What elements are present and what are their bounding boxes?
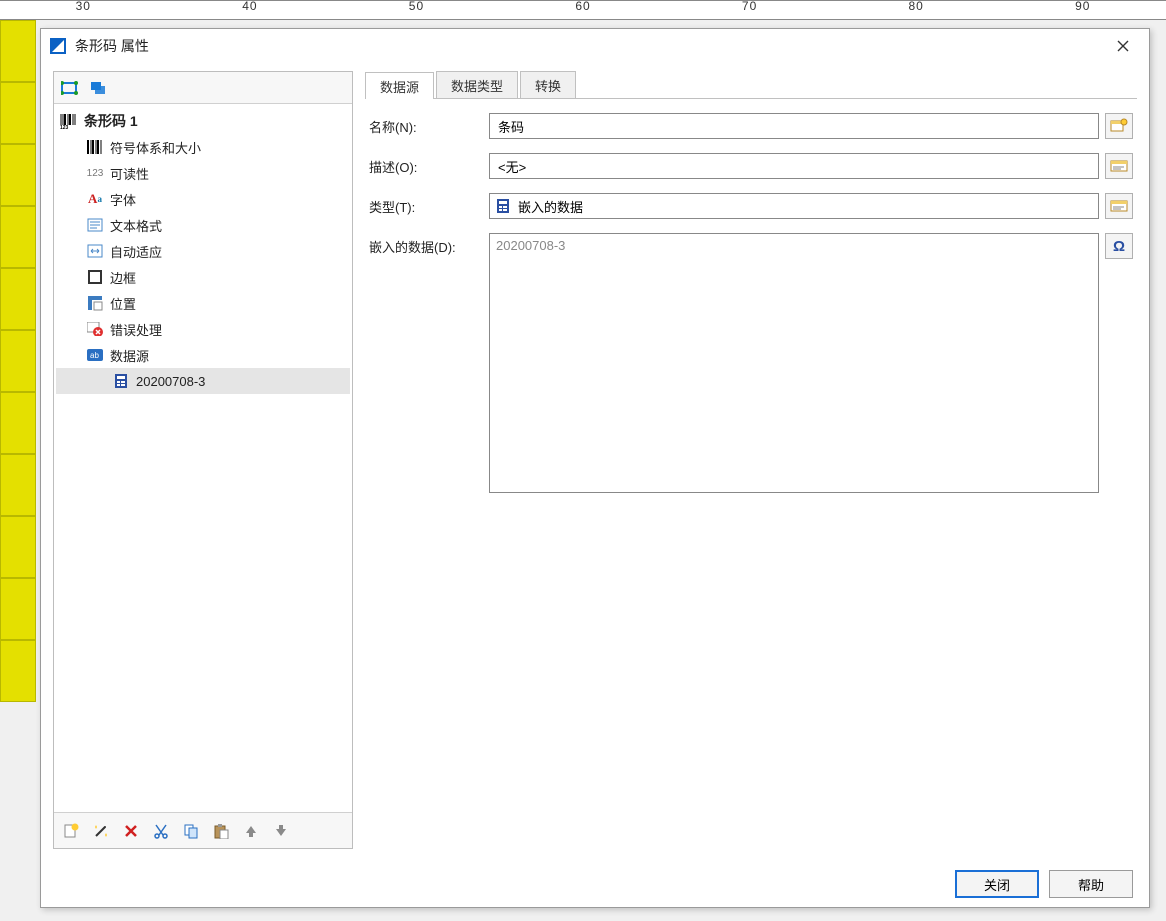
desc-input-field[interactable] [496,158,1092,175]
tab-transform[interactable]: 转换 [520,71,576,98]
embedded-data-textarea[interactable] [489,233,1099,493]
name-input-field[interactable] [496,118,1092,135]
desc-input[interactable] [489,153,1099,179]
background-ruler: 30 40 50 60 70 80 90 [0,0,1166,20]
wizard-button[interactable] [88,818,114,844]
autofit-icon [86,242,104,260]
tree-item-readability[interactable]: 123 可读性 [56,160,350,186]
tree-item-font[interactable]: Aa 字体 [56,186,350,212]
move-down-button[interactable] [268,818,294,844]
barcode-properties-dialog: 条形码 属性 123 条形码 1 [40,28,1150,908]
tree-item-text-format[interactable]: 文本格式 [56,212,350,238]
type-label: 类型(T): [369,193,479,216]
font-icon: Aa [86,190,104,208]
embed-label: 嵌入的数据(D): [369,233,479,256]
tab-datasource[interactable]: 数据源 [365,72,434,99]
new-button[interactable] [58,818,84,844]
embedded-data-icon [112,372,130,390]
help-button[interactable]: 帮助 [1049,870,1133,898]
tree-root-barcode[interactable]: 123 条形码 1 [56,108,350,134]
type-edit-button[interactable] [1105,193,1133,219]
content-panel: 数据源 数据类型 转换 名称(N): [365,71,1137,849]
tree-panel: 123 条形码 1 符号体系和大小 123 可读性 Aa 字体 [53,71,353,849]
app-icon [49,37,67,55]
name-label: 名称(N): [369,113,479,136]
close-button[interactable]: 关闭 [955,870,1039,898]
dialog-footer: 关闭 帮助 [41,861,1149,907]
error-icon [86,320,104,338]
tree-item-position[interactable]: 位置 [56,290,350,316]
border-icon [86,268,104,286]
titlebar: 条形码 属性 [41,29,1149,63]
delete-button[interactable] [118,818,144,844]
property-tree[interactable]: 123 条形码 1 符号体系和大小 123 可读性 Aa 字体 [54,104,352,812]
type-display: 嵌入的数据 [489,193,1099,219]
desc-label: 描述(O): [369,153,479,176]
tree-item-border[interactable]: 边框 [56,264,350,290]
text-format-icon [86,216,104,234]
tree-item-datasource[interactable]: ab 数据源 [56,342,350,368]
copy-button[interactable] [178,818,204,844]
close-icon[interactable] [1103,32,1143,60]
dialog-title: 条形码 属性 [75,36,1103,56]
symbol-insert-button[interactable]: Ω [1105,233,1133,259]
type-value: 嵌入的数据 [518,197,583,216]
tree-top-toolbar [54,72,352,104]
desc-edit-button[interactable] [1105,153,1133,179]
embedded-data-icon [496,198,512,214]
svg-text:ab: ab [90,351,99,360]
datasource-form: 名称(N): 描述(O): [365,99,1137,497]
tree-item-symbology[interactable]: 符号体系和大小 [56,134,350,160]
tabs: 数据源 数据类型 转换 [365,71,1137,99]
name-edit-button[interactable] [1105,113,1133,139]
tree-item-autofit[interactable]: 自动适应 [56,238,350,264]
cut-button[interactable] [148,818,174,844]
barcode-icon: 123 [60,112,78,130]
name-input[interactable] [489,113,1099,139]
paste-button[interactable] [208,818,234,844]
svg-text:123: 123 [60,125,69,129]
background-rows [0,20,36,702]
tree-bottom-toolbar [54,812,352,848]
tree-item-error-handling[interactable]: 错误处理 [56,316,350,342]
bars-icon [86,138,104,156]
move-up-button[interactable] [238,818,264,844]
position-icon [86,294,104,312]
expand-all-button[interactable] [58,75,84,101]
tab-datatype[interactable]: 数据类型 [436,71,518,98]
digits-icon: 123 [86,164,104,182]
tree-item-datasource-child[interactable]: 20200708-3 [56,368,350,394]
datasource-icon: ab [86,346,104,364]
collapse-all-button[interactable] [86,75,112,101]
